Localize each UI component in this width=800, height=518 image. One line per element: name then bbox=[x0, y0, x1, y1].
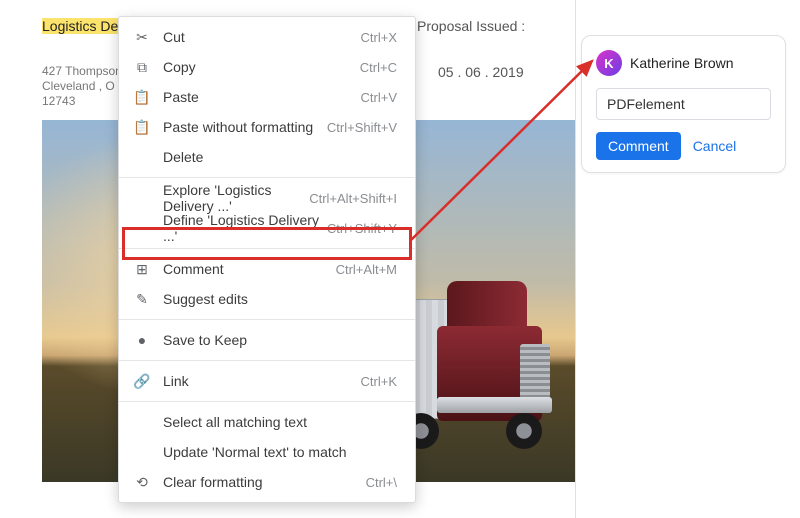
avatar: K bbox=[596, 50, 622, 76]
comment-icon: ⊞ bbox=[131, 261, 153, 278]
clear-icon: ⟲ bbox=[131, 474, 153, 491]
comment-cancel-button[interactable]: Cancel bbox=[693, 138, 737, 154]
menu-item-delete[interactable]: Delete bbox=[119, 142, 415, 172]
menu-separator bbox=[119, 360, 415, 361]
menu-item-link[interactable]: 🔗LinkCtrl+K bbox=[119, 366, 415, 396]
comment-author: Katherine Brown bbox=[630, 55, 734, 71]
menu-item-label: Comment bbox=[153, 261, 336, 277]
menu-item-select-all-matching-text[interactable]: Select all matching text bbox=[119, 407, 415, 437]
menu-item-paste-without-formatting[interactable]: 📋Paste without formattingCtrl+Shift+V bbox=[119, 112, 415, 142]
menu-item-update-normal-text-to-match[interactable]: Update 'Normal text' to match bbox=[119, 437, 415, 467]
comment-submit-button[interactable]: Comment bbox=[596, 132, 681, 160]
menu-item-label: Suggest edits bbox=[153, 291, 397, 307]
menu-item-label: Cut bbox=[153, 29, 361, 45]
menu-item-suggest-edits[interactable]: ✎Suggest edits bbox=[119, 284, 415, 314]
copy-icon: ⧉ bbox=[131, 59, 153, 76]
menu-item-shortcut: Ctrl+K bbox=[361, 374, 397, 389]
suggest-icon: ✎ bbox=[131, 291, 153, 308]
menu-item-label: Paste without formatting bbox=[153, 119, 327, 135]
menu-item-shortcut: Ctrl+V bbox=[361, 90, 397, 105]
menu-separator bbox=[119, 401, 415, 402]
menu-item-shortcut: Ctrl+X bbox=[361, 30, 397, 45]
comment-popover: K Katherine Brown Comment Cancel bbox=[581, 35, 786, 173]
menu-item-save-to-keep[interactable]: ●Save to Keep bbox=[119, 325, 415, 355]
menu-item-cut[interactable]: ✂CutCtrl+X bbox=[119, 22, 415, 52]
menu-item-comment[interactable]: ⊞CommentCtrl+Alt+M bbox=[119, 254, 415, 284]
menu-item-label: Define 'Logistics Delivery ...' bbox=[153, 212, 327, 244]
menu-item-label: Explore 'Logistics Delivery ...' bbox=[153, 182, 309, 214]
menu-item-shortcut: Ctrl+C bbox=[360, 60, 397, 75]
context-menu[interactable]: ✂CutCtrl+X⧉CopyCtrl+C📋PasteCtrl+V📋Paste … bbox=[118, 16, 416, 503]
menu-item-shortcut: Ctrl+Shift+V bbox=[327, 120, 397, 135]
save-icon: ● bbox=[131, 332, 153, 348]
menu-separator bbox=[119, 319, 415, 320]
cut-icon: ✂ bbox=[131, 29, 153, 46]
menu-item-label: Paste bbox=[153, 89, 361, 105]
menu-separator bbox=[119, 177, 415, 178]
menu-item-explore-logistics-delivery[interactable]: Explore 'Logistics Delivery ...'Ctrl+Alt… bbox=[119, 183, 415, 213]
menu-item-label: Copy bbox=[153, 59, 360, 75]
menu-item-shortcut: Ctrl+Alt+Shift+I bbox=[309, 191, 397, 206]
menu-item-shortcut: Ctrl+\ bbox=[366, 475, 397, 490]
menu-item-copy[interactable]: ⧉CopyCtrl+C bbox=[119, 52, 415, 82]
menu-item-label: Update 'Normal text' to match bbox=[153, 444, 397, 460]
paste-icon: 📋 bbox=[131, 89, 153, 106]
menu-item-label: Delete bbox=[153, 149, 397, 165]
menu-item-label: Save to Keep bbox=[153, 332, 397, 348]
paste-icon: 📋 bbox=[131, 119, 153, 136]
issued-date: 05 . 06 . 2019 bbox=[438, 64, 524, 80]
menu-item-define-logistics-delivery[interactable]: Define 'Logistics Delivery ...'Ctrl+Shif… bbox=[119, 213, 415, 243]
menu-item-label: Link bbox=[153, 373, 361, 389]
menu-item-paste[interactable]: 📋PasteCtrl+V bbox=[119, 82, 415, 112]
menu-item-label: Select all matching text bbox=[153, 414, 397, 430]
comment-input[interactable] bbox=[596, 88, 771, 120]
menu-item-label: Clear formatting bbox=[153, 474, 366, 490]
menu-item-shortcut: Ctrl+Shift+Y bbox=[327, 221, 397, 236]
issued-label: Proposal Issued : bbox=[417, 18, 525, 34]
menu-separator bbox=[119, 248, 415, 249]
menu-item-clear-formatting[interactable]: ⟲Clear formattingCtrl+\ bbox=[119, 467, 415, 497]
link-icon: 🔗 bbox=[131, 373, 153, 390]
menu-item-shortcut: Ctrl+Alt+M bbox=[336, 262, 397, 277]
